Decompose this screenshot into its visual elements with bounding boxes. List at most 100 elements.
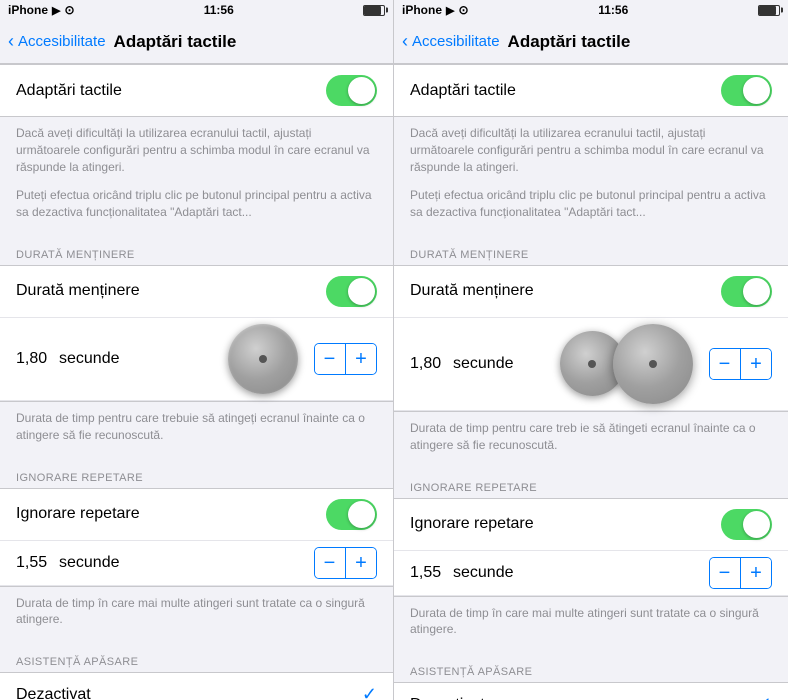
section3-left: Dezactivat ✓ Utilizați poziția Apăsare i… [0, 672, 393, 700]
time-right: 11:56 [598, 3, 628, 17]
stepper-plus-ignore-right[interactable]: + [741, 558, 771, 588]
section2-left: Ignorare repetare 1,55 secunde − + [0, 488, 393, 587]
stepper-minus-ignore-left[interactable]: − [315, 548, 345, 578]
ignore-toggle-right[interactable] [721, 509, 772, 540]
main-toggle-label-left: Adaptări tactile [16, 82, 326, 100]
section3-header-right: ASISTENȚĂ APĂSARE [394, 650, 788, 682]
toggle-knob-main-left [348, 77, 375, 104]
battery-left [363, 5, 385, 16]
section1-header-right: DURATĂ MENȚINERE [394, 233, 788, 265]
disabled-row-right[interactable]: Dezactivat ✓ [394, 683, 788, 700]
ignore-value-row-right: 1,55 secunde − + [394, 551, 788, 596]
status-bar-right: iPhone ▶ ⊙ 11:56 [394, 0, 788, 20]
toggle-knob-hold-left [348, 278, 375, 305]
main-toggle-left[interactable] [326, 75, 377, 106]
checkmark-disabled-left: ✓ [362, 684, 377, 700]
section1-header-left: DURATĂ MENȚINERE [0, 233, 393, 265]
signal-icon-left: ▶ [52, 4, 60, 17]
left-panel: iPhone ▶ ⊙ 11:56 ‹ Accesibilitate Adaptă… [0, 0, 394, 700]
main-toggle-label-right: Adaptări tactile [410, 82, 721, 100]
dial-large-right[interactable] [613, 324, 693, 404]
right-panel: iPhone ▶ ⊙ 11:56 ‹ Accesibilitate Adaptă… [394, 0, 788, 700]
ignore-value-right: 1,55 [410, 564, 445, 582]
ignore-label-right: Ignorare repetare [410, 515, 721, 533]
description2-left: Puteți efectua oricând triplu clic pe bu… [0, 187, 393, 233]
section3-header-left: ASISTENȚĂ APĂSARE [0, 640, 393, 672]
wifi-icon-right: ⊙ [458, 3, 468, 17]
dial-dot-small-right [588, 360, 596, 368]
ignore-description-left: Durata de timp în care mai multe atinger… [0, 587, 393, 641]
toggle-knob-main-right [743, 77, 770, 104]
hold-description-left: Durata de timp pentru care trebuie să at… [0, 402, 393, 456]
nav-title-left: Adaptări tactile [114, 32, 237, 52]
back-button-right[interactable]: ‹ Accesibilitate [402, 31, 500, 52]
disabled-label-right: Dezactivat [410, 696, 757, 700]
description1-right: Dacă aveți dificultăți la utilizarea ecr… [394, 117, 788, 187]
stepper-hold-left: − + [314, 343, 378, 375]
hold-value-row-right: 1,80 secunde − + [394, 318, 788, 411]
main-toggle-row-left: Adaptări tactile [0, 65, 393, 116]
back-label-right: Accesibilitate [412, 33, 500, 50]
main-toggle-section-left: Adaptări tactile [0, 64, 393, 117]
carrier-left: iPhone [8, 3, 48, 17]
nav-bar-left: ‹ Accesibilitate Adaptări tactile [0, 20, 393, 64]
section2-right: Ignorare repetare 1,55 secunde − + [394, 498, 788, 597]
back-label-left: Accesibilitate [18, 33, 106, 50]
toggle-knob-ignore-left [348, 501, 375, 528]
stepper-plus-hold-left[interactable]: + [346, 344, 376, 374]
ignore-row-left: Ignorare repetare [0, 489, 393, 541]
wifi-icon-left: ⊙ [64, 3, 74, 17]
stepper-hold-right: − + [709, 348, 773, 380]
stepper-plus-ignore-left[interactable]: + [346, 548, 376, 578]
chevron-left-icon-right: ‹ [402, 31, 408, 52]
dial-small-left[interactable] [228, 324, 298, 394]
main-toggle-row-right: Adaptări tactile [394, 65, 788, 116]
stepper-plus-hold-right[interactable]: + [741, 349, 771, 379]
ignore-value-row-left: 1,55 secunde − + [0, 541, 393, 586]
status-left-right: iPhone ▶ ⊙ [402, 3, 469, 17]
ignore-unit-right: secunde [453, 564, 701, 582]
status-right-right [758, 5, 780, 16]
description2-right: Puteți efectua oricând triplu clic pe bu… [394, 187, 788, 233]
hold-duration-label-right: Durată menținere [410, 282, 721, 300]
description1-left: Dacă aveți dificultăți la utilizarea ecr… [0, 117, 393, 187]
hold-duration-row-right: Durată menținere [394, 266, 788, 318]
main-toggle-right[interactable] [721, 75, 772, 106]
hold-value-right: 1,80 [410, 355, 445, 373]
stepper-minus-ignore-right[interactable]: − [710, 558, 740, 588]
hold-toggle-left[interactable] [326, 276, 377, 307]
ignore-toggle-left[interactable] [326, 499, 377, 530]
chevron-left-icon: ‹ [8, 31, 14, 52]
status-left: iPhone ▶ ⊙ [8, 3, 75, 17]
hold-description-right: Durata de timp pentru care treb ie să ăt… [394, 412, 788, 466]
battery-right [758, 5, 780, 16]
stepper-minus-hold-left[interactable]: − [315, 344, 345, 374]
status-right-left [363, 5, 385, 16]
stepper-minus-hold-right[interactable]: − [710, 349, 740, 379]
section1-left: Durată menținere 1,80 secunde − + [0, 265, 393, 402]
nav-title-right: Adaptări tactile [508, 32, 631, 52]
section1-right: Durată menținere 1,80 secunde − [394, 265, 788, 412]
section3-right: Dezactivat ✓ Utilizați poziția Apăsare i… [394, 682, 788, 700]
toggle-knob-hold-right [743, 278, 770, 305]
hold-duration-label-left: Durată menținere [16, 282, 326, 300]
ignore-label-left: Ignorare repetare [16, 505, 326, 523]
back-button-left[interactable]: ‹ Accesibilitate [8, 31, 106, 52]
ignore-description-right: Durata de timp în care mai multe atinger… [394, 597, 788, 651]
content-right: Adaptări tactile Dacă aveți dificultăți … [394, 64, 788, 700]
toggle-knob-ignore-right [743, 511, 770, 538]
stepper-ignore-right: − + [709, 557, 773, 589]
time-left: 11:56 [204, 3, 234, 17]
ignore-row-right: Ignorare repetare [394, 499, 788, 551]
carrier-right: iPhone [402, 3, 442, 17]
main-toggle-section-right: Adaptări tactile [394, 64, 788, 117]
hold-toggle-right[interactable] [721, 276, 772, 307]
disabled-label-left: Dezactivat [16, 686, 362, 700]
hold-value-left: 1,80 [16, 350, 51, 368]
hold-value-row-left: 1,80 secunde − + [0, 318, 393, 401]
nav-bar-right: ‹ Accesibilitate Adaptări tactile [394, 20, 788, 64]
content-left: Adaptări tactile Dacă aveți dificultăți … [0, 64, 393, 700]
disabled-row-left[interactable]: Dezactivat ✓ [0, 673, 393, 700]
hold-unit-left: secunde [59, 350, 220, 368]
status-bar-left: iPhone ▶ ⊙ 11:56 [0, 0, 393, 20]
